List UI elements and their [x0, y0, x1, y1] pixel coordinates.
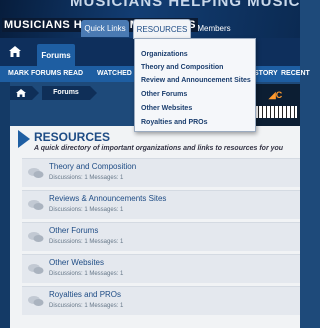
section-title[interactable]: RESOURCES [34, 130, 110, 144]
menu-item-review-announcement-sites[interactable]: Review and Announcement Sites [141, 75, 251, 87]
tab-quick-links[interactable]: Quick Links [81, 20, 129, 37]
chat-bubbles-icon [28, 262, 44, 274]
keyboard-image-icon [255, 106, 297, 118]
page-left-edge [0, 82, 10, 328]
forum-node[interactable]: Royalties and PROs Discussions: 1 Messag… [22, 286, 300, 315]
resources-dropdown-menu: Organizations Theory and Composition Rev… [134, 38, 256, 132]
section-description: A quick directory of important organizat… [34, 145, 284, 152]
recent-link[interactable]: RECENT [281, 66, 310, 82]
watched-forums-link[interactable]: WATCHED F [97, 66, 138, 82]
forum-node-stats: Discussions: 1 Messages: 1 [49, 303, 124, 309]
forum-section: RESOURCES A quick directory of important… [10, 126, 300, 328]
menu-item-royalties-pros[interactable]: Royalties and PROs [141, 117, 208, 129]
tab-members[interactable]: Members [192, 20, 236, 37]
forum-node-stats: Discussions: 1 Messages: 1 [49, 271, 124, 277]
forum-node-title[interactable]: Other Websites [49, 258, 104, 267]
mark-forums-read-link[interactable]: MARK FORUMS READ [8, 66, 83, 82]
forum-node[interactable]: Other Forums Discussions: 1 Messages: 1 [22, 222, 300, 251]
breadcrumb-home[interactable] [10, 86, 32, 100]
forum-node-stats: Discussions: 1 Messages: 1 [49, 239, 124, 245]
forum-node-title[interactable]: Royalties and PROs [49, 290, 121, 299]
history-link[interactable]: STORY [254, 66, 278, 82]
site-logo[interactable]: MUSICIANS HELPING MUSICIANS [70, 0, 300, 10]
forum-node[interactable]: Theory and Composition Discussions: 1 Me… [22, 158, 300, 187]
breadcrumb-arrow-icon [90, 86, 97, 100]
chat-bubbles-icon [28, 166, 44, 178]
tab-resources[interactable]: RESOURCES [133, 19, 191, 39]
forum-node-title[interactable]: Other Forums [49, 226, 98, 235]
home-icon [16, 89, 26, 97]
menu-item-theory-composition[interactable]: Theory and Composition [141, 62, 223, 74]
chat-bubbles-icon [28, 198, 44, 210]
chat-bubbles-icon [28, 230, 44, 242]
menu-item-other-websites[interactable]: Other Websites [141, 103, 192, 115]
ad-banner[interactable]: ◢C [251, 84, 300, 126]
forum-node-title[interactable]: Theory and Composition [49, 162, 136, 171]
section-marker-icon [18, 130, 30, 148]
menu-item-other-forums[interactable]: Other Forums [141, 89, 187, 101]
home-icon[interactable] [9, 44, 21, 57]
forum-node-stats: Discussions: 1 Messages: 1 [49, 207, 124, 213]
tab-forums[interactable]: Forums [37, 44, 75, 66]
breadcrumb-arrow-icon [32, 86, 39, 100]
breadcrumb-forums[interactable]: Forums [42, 86, 90, 100]
forum-node[interactable]: Reviews & Announcements Sites Discussion… [22, 190, 300, 219]
chat-bubbles-icon [28, 294, 44, 306]
forum-node-title[interactable]: Reviews & Announcements Sites [49, 194, 166, 203]
menu-item-organizations[interactable]: Organizations [141, 49, 188, 61]
ad-logo-icon: ◢C [268, 90, 283, 100]
forum-node[interactable]: Other Websites Discussions: 1 Messages: … [22, 254, 300, 283]
forum-node-stats: Discussions: 1 Messages: 1 [49, 175, 124, 181]
